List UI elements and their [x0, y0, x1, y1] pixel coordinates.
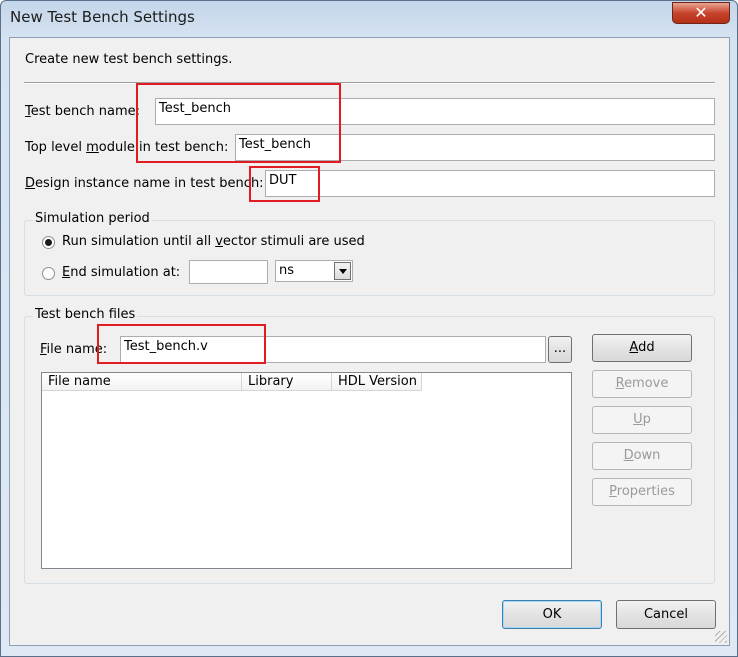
down-button[interactable]: Down: [592, 442, 692, 470]
radio-end-at[interactable]: [42, 267, 55, 280]
ok-button[interactable]: OK: [502, 600, 602, 629]
files-list[interactable]: File name Library HDL Version: [41, 372, 572, 569]
add-button[interactable]: Add: [592, 334, 692, 362]
close-button[interactable]: ✕: [672, 2, 730, 24]
simulation-group-title: Simulation period: [33, 211, 152, 226]
separator: [24, 82, 715, 84]
file-name-label: File name:: [40, 342, 108, 357]
intro-text: Create new test bench settings.: [25, 52, 233, 67]
close-icon: ✕: [694, 3, 708, 22]
dialog-client: Create new test bench settings. Test ben…: [9, 37, 730, 646]
simulation-group: [24, 220, 715, 296]
chevron-down-icon[interactable]: [334, 262, 351, 280]
column-header-hdl-version[interactable]: HDL Version: [332, 373, 422, 391]
instance-label: Design instance name in test bench:: [25, 176, 264, 191]
resize-grip-icon[interactable]: [715, 631, 727, 643]
instance-input[interactable]: DUT: [265, 170, 715, 197]
radio-run-all-label[interactable]: Run simulation until all vector stimuli …: [62, 234, 365, 249]
time-unit-value: ns: [279, 263, 295, 278]
column-header-library[interactable]: Library: [242, 373, 332, 391]
time-unit-select[interactable]: ns: [275, 260, 353, 282]
tb-name-label: Test bench name:: [25, 104, 140, 119]
up-button[interactable]: Up: [592, 406, 692, 434]
file-name-input[interactable]: Test_bench.v: [120, 336, 546, 363]
top-module-input[interactable]: Test_bench: [235, 134, 715, 161]
radio-run-all[interactable]: [42, 236, 55, 249]
end-time-input[interactable]: [189, 260, 268, 284]
properties-button[interactable]: Properties: [592, 478, 692, 506]
top-module-label: Top level module in test bench:: [25, 140, 229, 155]
radio-end-at-label[interactable]: End simulation at:: [62, 265, 180, 280]
cancel-button[interactable]: Cancel: [616, 600, 716, 629]
tb-name-input[interactable]: Test_bench: [155, 98, 715, 125]
files-group-title: Test bench files: [33, 307, 138, 322]
window-title: New Test Bench Settings: [10, 8, 195, 26]
remove-button[interactable]: Remove: [592, 370, 692, 398]
dialog-window: New Test Bench Settings ✕ Create new tes…: [0, 0, 738, 657]
browse-button[interactable]: ...: [548, 336, 572, 363]
radio-selected-dot: [45, 239, 52, 246]
column-header-file-name[interactable]: File name: [42, 373, 242, 391]
